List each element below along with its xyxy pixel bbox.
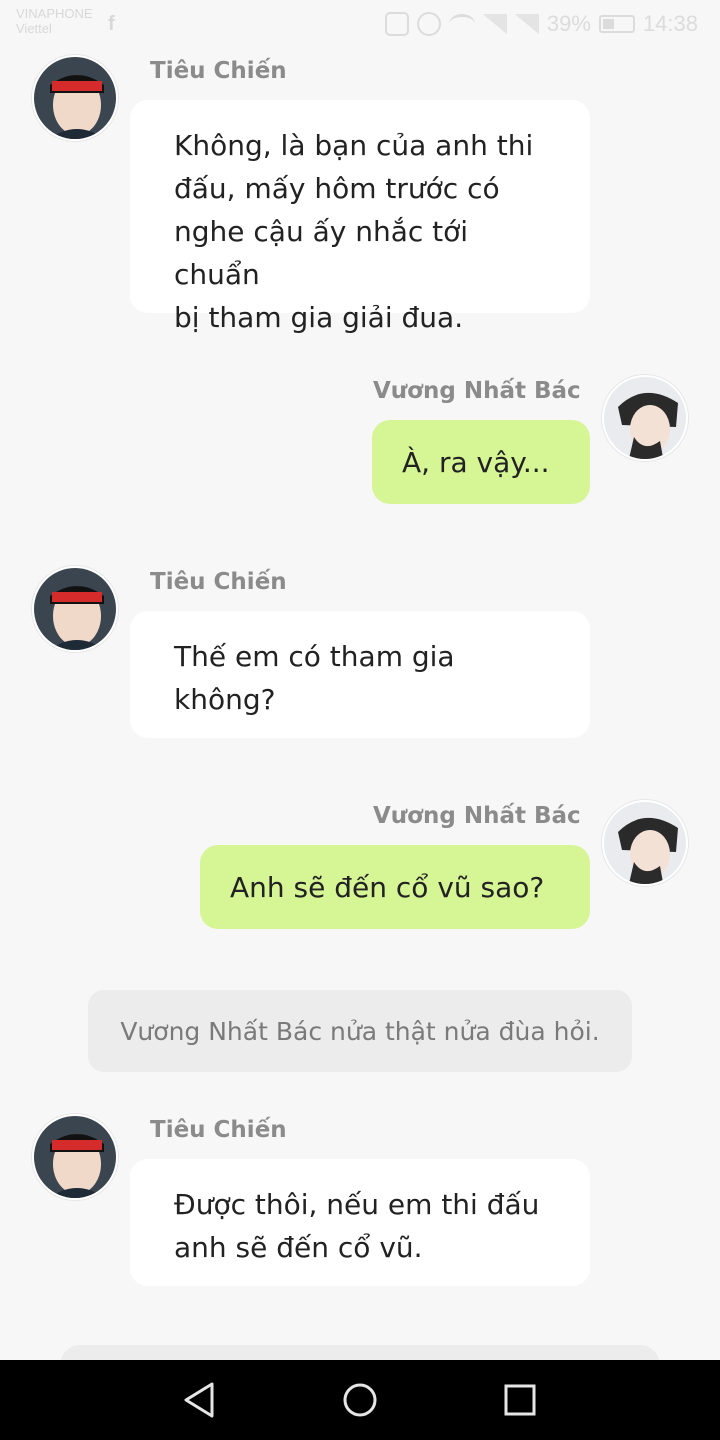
status-icons: 39% 14:38 [384,10,698,38]
clock: 14:38 [642,11,698,36]
avatar[interactable] [602,375,688,461]
back-icon[interactable] [176,1376,224,1424]
sender-name: Vương Nhất Bác [373,803,581,829]
home-icon[interactable] [336,1376,384,1424]
status-bar: VINAPHONE Viettel f 39% 14:38 [0,0,720,50]
signal-icon [514,14,539,34]
wifi-icon [448,14,475,34]
sender-name: Tiêu Chiến [150,1117,287,1143]
carrier-line-1: VINAPHONE [16,6,93,21]
avatar-image [34,568,116,650]
vibrate-icon [384,12,409,36]
facebook-icon: f [108,13,115,35]
message-bubble[interactable]: Anh sẽ đến cổ vũ sao? [200,845,590,929]
avatar[interactable] [32,566,118,652]
recents-icon[interactable] [496,1376,544,1424]
avatar[interactable] [602,800,688,886]
battery-percent: 39% [546,11,591,36]
navigation-bar [0,1360,720,1440]
avatar-image [604,377,686,459]
sender-name: Vương Nhất Bác [373,378,581,404]
carrier-label: VINAPHONE Viettel [16,6,93,36]
sender-name: Tiêu Chiến [150,58,287,84]
message-bubble[interactable]: À, ra vậy... [372,420,590,504]
carrier-line-2: Viettel [16,21,52,36]
battery-icon [598,15,635,33]
avatar[interactable] [32,1114,118,1200]
sender-name: Tiêu Chiến [150,569,287,595]
avatar-image [604,802,686,884]
avatar[interactable] [32,55,118,141]
message-bubble[interactable]: Thế em có tham gia không? [130,611,590,738]
avatar-image [34,57,116,139]
signal-icon [482,14,507,34]
alarm-icon [416,12,441,36]
message-bubble[interactable]: Không, là bạn của anh thi đấu, mấy hôm t… [130,100,590,334]
message-bubble[interactable]: Được thôi, nếu em thi đấu anh sẽ đến cổ … [130,1159,590,1286]
avatar-image [34,1116,116,1198]
narration-bubble: Vương Nhất Bác nửa thật nửa đùa hỏi. [88,990,632,1072]
